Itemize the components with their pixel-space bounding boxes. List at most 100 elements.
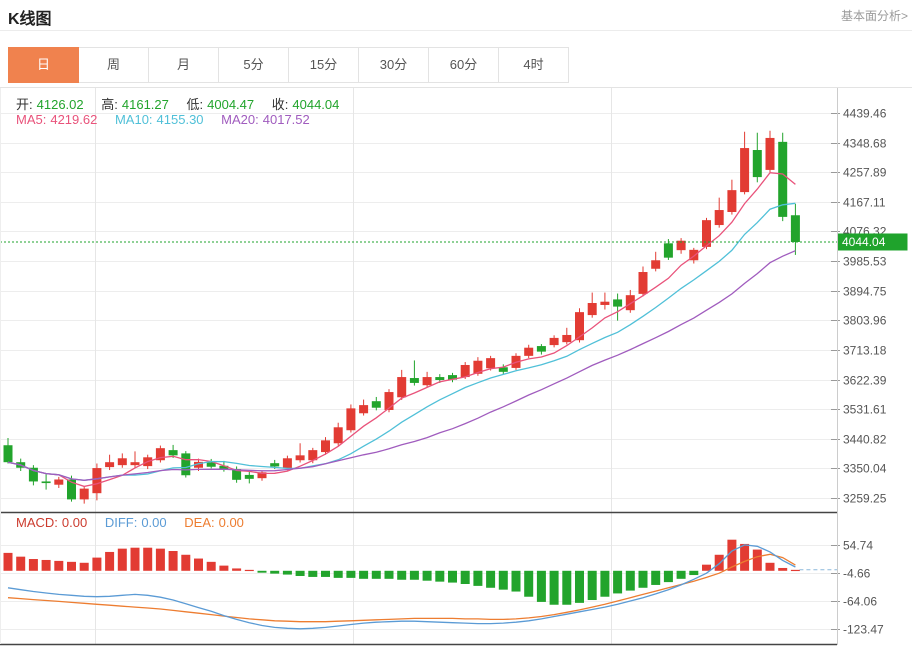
diff-value: 0.00 xyxy=(141,515,167,530)
candle-body xyxy=(333,427,343,444)
macd-bar xyxy=(168,551,178,571)
kline-page: 4439.46 4348.68 4257.89 4167.11 4076.32 3985.… xyxy=(0,0,912,647)
price-tick-label: 3803.96 xyxy=(843,314,887,328)
candle-body xyxy=(3,445,13,463)
macd-bar xyxy=(105,551,115,571)
candle-body xyxy=(346,408,356,431)
tab-30min[interactable]: 30分 xyxy=(359,47,429,83)
candle-body xyxy=(130,462,140,466)
macd-bar xyxy=(740,543,750,571)
macd-bar xyxy=(587,570,597,601)
macd-bar xyxy=(778,567,788,571)
tab-15min[interactable]: 15分 xyxy=(289,47,359,83)
macd-bar xyxy=(194,558,203,571)
ma5-label: MA5: xyxy=(16,112,47,127)
candle-body xyxy=(651,260,661,269)
price-tick-label: 3985.53 xyxy=(843,255,887,269)
price-tick-label: 4167.11 xyxy=(843,196,886,210)
candle-body xyxy=(117,458,127,466)
macd-bar xyxy=(613,570,623,594)
macd-bar xyxy=(155,548,165,571)
macd-bar xyxy=(359,570,369,579)
macd-bar xyxy=(371,570,381,579)
candle-body xyxy=(638,272,648,294)
price-tick-label: 3713.18 xyxy=(843,344,887,358)
macd-bar xyxy=(536,570,546,602)
macd-bar xyxy=(130,547,140,571)
macd-bar xyxy=(549,570,559,605)
tab-5min[interactable]: 5分 xyxy=(219,47,289,83)
candle-body xyxy=(422,377,432,386)
ma5-value: 4219.62 xyxy=(50,112,98,127)
candle-body xyxy=(54,479,64,485)
candle-body xyxy=(600,301,610,305)
candle-body xyxy=(321,440,330,453)
macd-bar xyxy=(321,570,330,577)
price-tick-label: 3440.82 xyxy=(843,433,887,447)
candle-body xyxy=(625,295,635,311)
page-header: K线图 基本面分析> xyxy=(0,0,912,31)
open-label: 开: xyxy=(16,97,33,112)
candle-body xyxy=(752,150,762,178)
fundamental-analysis-link[interactable]: 基本面分析> xyxy=(841,7,908,24)
macd-bar xyxy=(257,570,267,573)
macd-bar xyxy=(181,554,191,571)
macd-bar xyxy=(625,570,635,591)
macd-bar xyxy=(448,570,457,583)
candle-body xyxy=(714,210,724,226)
tab-week[interactable]: 周 xyxy=(79,47,149,83)
tab-day[interactable]: 日 xyxy=(8,47,79,83)
macd-bar xyxy=(16,556,26,571)
candle-body xyxy=(562,334,572,343)
macd-bar xyxy=(270,570,280,574)
tab-month[interactable]: 月 xyxy=(149,47,219,83)
candle-body xyxy=(549,337,559,346)
price-tick-label: 3259.25 xyxy=(843,492,887,506)
low-label: 低: xyxy=(186,97,204,112)
macd-bar xyxy=(752,549,762,571)
macd-value: 0.00 xyxy=(61,515,88,530)
page-title: K线图 xyxy=(8,11,52,28)
ma10-value: 4155.30 xyxy=(156,112,204,127)
macd-bar xyxy=(600,570,610,597)
macd-label: MACD: xyxy=(16,515,58,530)
candle-body xyxy=(270,463,280,467)
candle-body xyxy=(587,303,597,316)
macd-bar xyxy=(143,547,153,571)
macd-bar xyxy=(651,570,661,585)
macd-bar xyxy=(473,570,483,586)
current-price-badge-label: 4044.04 xyxy=(842,235,886,249)
tab-60min[interactable]: 60分 xyxy=(429,47,499,83)
ma20-label: MA20: xyxy=(221,112,259,127)
macd-tick-label: -4.66 xyxy=(843,567,871,581)
candle-body xyxy=(536,346,546,352)
macd-legend: MACD: 0.00 DIFF: 0.00 DEA: 0.00 xyxy=(16,515,248,530)
macd-bar xyxy=(54,560,64,571)
candle-body xyxy=(371,401,381,408)
high-label: 高: xyxy=(101,97,118,112)
macd-tick-label: 54.74 xyxy=(843,539,873,553)
period-tabs: 日 周 月 5分 15分 30分 60分 4时 xyxy=(8,47,569,83)
candle-body xyxy=(282,458,292,469)
macd-bar xyxy=(498,570,508,590)
macd-bar xyxy=(41,559,51,571)
ma-legend: MA5: 4219.62 MA10: 4155.30 MA20: 4017.52 xyxy=(16,112,314,127)
tab-4hour[interactable]: 4时 xyxy=(499,47,569,83)
macd-bar xyxy=(346,570,356,578)
macd-bar xyxy=(79,562,89,571)
dea-label: DEA: xyxy=(184,515,215,530)
candle-body xyxy=(524,347,534,356)
macd-bar xyxy=(765,562,775,571)
candle-body xyxy=(105,462,115,468)
macd-bar xyxy=(384,570,394,579)
ma10-label: MA10: xyxy=(114,112,153,127)
candle-body xyxy=(486,358,496,369)
price-tick-label: 3350.04 xyxy=(843,462,887,476)
price-tick-label: 3622.39 xyxy=(843,374,887,388)
macd-bar xyxy=(689,570,699,576)
macd-bar xyxy=(511,570,521,592)
macd-bar xyxy=(524,570,534,597)
macd-bar xyxy=(28,559,38,571)
candle-body xyxy=(663,243,673,258)
price-tick-label: 4348.68 xyxy=(843,137,887,151)
